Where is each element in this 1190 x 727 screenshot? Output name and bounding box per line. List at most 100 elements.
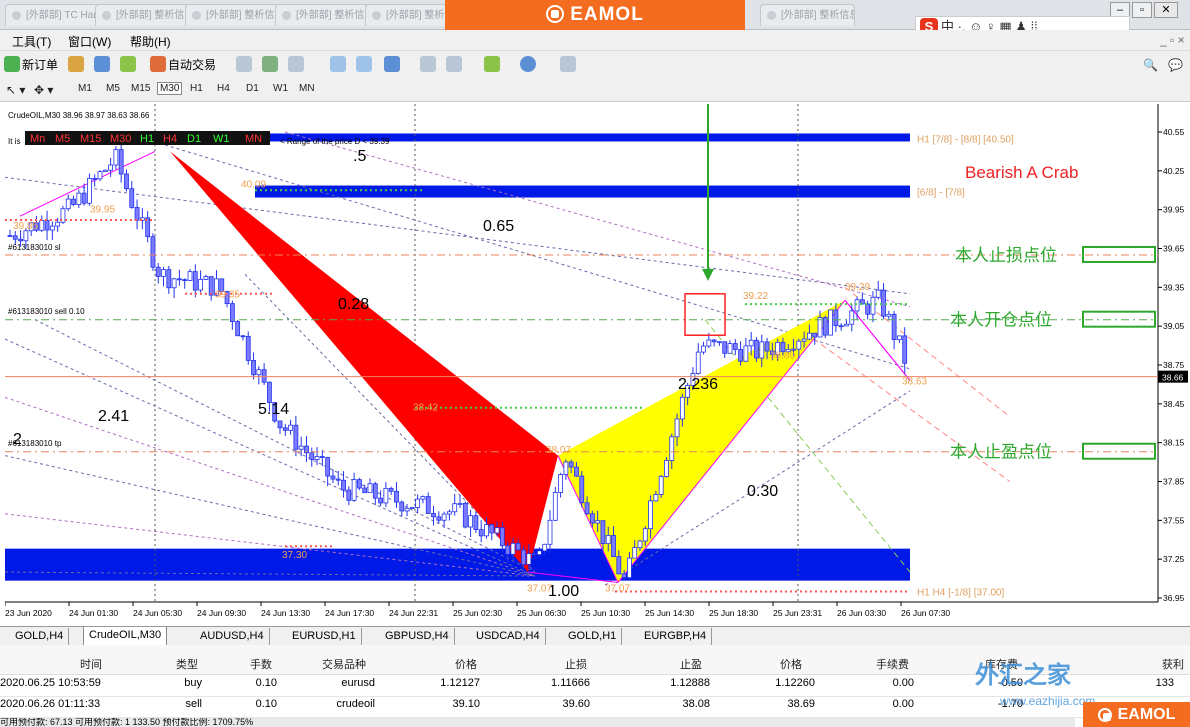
chart-tab[interactable]: USDCAD,H4 [471, 628, 546, 645]
candle-body [362, 487, 368, 494]
brand-banner: EAMOL [445, 0, 745, 30]
chart-tab-active[interactable]: CrudeOIL,M30 [83, 627, 168, 646]
line-chart-button[interactable] [288, 56, 306, 74]
chart-tab[interactable]: AUDUSD,H4 [195, 628, 270, 645]
chart-tab[interactable]: GOLD,H4 [10, 628, 70, 645]
candle-body [605, 535, 611, 544]
x-tick-label: 24 Jun 22:31 [389, 608, 438, 618]
candle-chart-button[interactable] [262, 56, 280, 74]
candle-body [886, 313, 892, 317]
menu-window[interactable]: 窗口(W) [68, 33, 111, 50]
col-price[interactable]: 价格 [455, 656, 477, 672]
candle-body [695, 351, 701, 374]
price-label: 37.07 [605, 584, 630, 595]
candle-body [314, 456, 320, 460]
info-text: It is [8, 137, 20, 146]
scroll-button[interactable] [420, 56, 438, 74]
new-order-button[interactable]: 新订单 [4, 56, 58, 74]
chart-tab[interactable]: GOLD,H1 [563, 628, 623, 645]
tf-m1[interactable]: M1 [78, 83, 92, 94]
tile-windows-button[interactable] [384, 56, 402, 74]
window-controls[interactable]: _ ▫ × [1160, 33, 1185, 47]
toolbar-button-2[interactable] [94, 56, 112, 74]
terminal-cell: 1.12888 [670, 677, 710, 689]
chart-tab[interactable]: EURUSD,H1 [287, 628, 362, 645]
browser-tab[interactable]: [外部部] 整析信息 [760, 4, 855, 26]
timeframe-toolbar: ↖ ▾ ✥ ▾ M1 M5 M15 M30 H1 H4 D1 W1 MN [0, 78, 1190, 102]
col-profit[interactable]: 获利 [1162, 656, 1184, 672]
tf-w1[interactable]: W1 [273, 83, 288, 94]
candle-body [288, 424, 293, 431]
candle-body [616, 556, 622, 575]
maximize-button[interactable]: ▫ [1132, 2, 1152, 18]
browser-tab[interactable]: [外部部] 整析信息查找 [185, 4, 280, 26]
tf-mn[interactable]: MN [299, 83, 315, 94]
tf-d1[interactable]: D1 [246, 83, 259, 94]
draw-tools-icon[interactable]: ✥ ▾ [34, 83, 53, 97]
tf-m5[interactable]: M5 [106, 83, 120, 94]
toolbar-button-3[interactable] [120, 56, 138, 74]
browser-tab[interactable]: [外部部] 整析信息查找 [95, 4, 190, 26]
auto-trade-button[interactable]: 自动交易 [150, 56, 216, 74]
chat-button[interactable]: 💬 [1168, 56, 1183, 74]
col-sl[interactable]: 止损 [565, 656, 587, 672]
menu-help[interactable]: 帮助(H) [130, 33, 171, 50]
col-time[interactable]: 时间 [80, 656, 102, 672]
candle-body [828, 309, 833, 336]
candle-body [129, 188, 135, 208]
price-chart[interactable]: H1 [7/8] - [8/8] [40.50] [6/8] - [7/8] H1 … [5, 104, 1188, 624]
candle-body [817, 317, 823, 338]
col-type[interactable]: 类型 [176, 656, 198, 672]
terminal-cell: 38.08 [682, 698, 710, 710]
candle-body [388, 487, 394, 492]
candle-body [92, 177, 98, 180]
candle-body [134, 207, 140, 221]
col-symbol[interactable]: 交易品种 [322, 656, 366, 672]
x-tick-label: 25 Jun 23:31 [773, 608, 822, 618]
cursor-icon[interactable]: ↖ ▾ [6, 83, 25, 97]
zoom-in-button[interactable] [330, 56, 348, 74]
candle-body [65, 198, 71, 210]
zoom-out-button[interactable] [356, 56, 374, 74]
tf-m15[interactable]: M15 [131, 83, 150, 94]
y-tick-label: 38.75 [1163, 360, 1185, 370]
shift-button[interactable] [446, 56, 464, 74]
price-label: 38.42 [413, 402, 438, 413]
browser-tab[interactable]: [外部部] TC Harmon [5, 4, 100, 26]
toolbar-button-1[interactable] [68, 56, 86, 74]
candle-body [166, 269, 172, 289]
col-commission[interactable]: 手续费 [876, 656, 909, 672]
grid-icon [384, 56, 400, 72]
menu-tools[interactable]: 工具(T) [12, 33, 51, 50]
periods-button[interactable] [520, 56, 538, 74]
candle-body [875, 289, 881, 298]
candle-body [436, 516, 442, 521]
tf-signal-label: M5 [55, 133, 70, 145]
tf-signal-label: M15 [80, 133, 101, 145]
browser-tab[interactable]: [外部部] 整析信息查找 [275, 4, 370, 26]
col-tp[interactable]: 止盈 [680, 656, 702, 672]
candle-body [97, 171, 103, 180]
indicators-button[interactable] [484, 56, 502, 74]
bar-chart-button[interactable] [236, 56, 254, 74]
candle-body [415, 498, 421, 508]
terminal-cell[interactable]: 2020.06.26 01:11:33 [0, 698, 106, 710]
search-button[interactable]: 🔍 [1143, 56, 1158, 74]
tf-m30[interactable]: M30 [157, 82, 183, 95]
chart-tab[interactable]: GBPUSD,H4 [380, 628, 455, 645]
terminal-cell[interactable]: 2020.06.25 10:53:59 [0, 677, 106, 689]
candle-body [849, 310, 855, 325]
col-lots[interactable]: 手数 [250, 656, 272, 672]
chart-tab[interactable]: EURGBP,H4 [639, 628, 713, 645]
templates-button[interactable] [560, 56, 578, 74]
candle-body [309, 452, 315, 460]
candle-body [335, 478, 341, 481]
x-tick-label: 24 Jun 01:30 [69, 608, 118, 618]
candle-body [796, 340, 802, 350]
tf-h1[interactable]: H1 [190, 83, 203, 94]
close-button[interactable]: ✕ [1154, 2, 1178, 18]
entry-label: 本人开仓点位 [950, 311, 1052, 330]
col-cur-price[interactable]: 价格 [780, 656, 802, 672]
candle-body [277, 420, 283, 429]
tf-h4[interactable]: H4 [217, 83, 230, 94]
